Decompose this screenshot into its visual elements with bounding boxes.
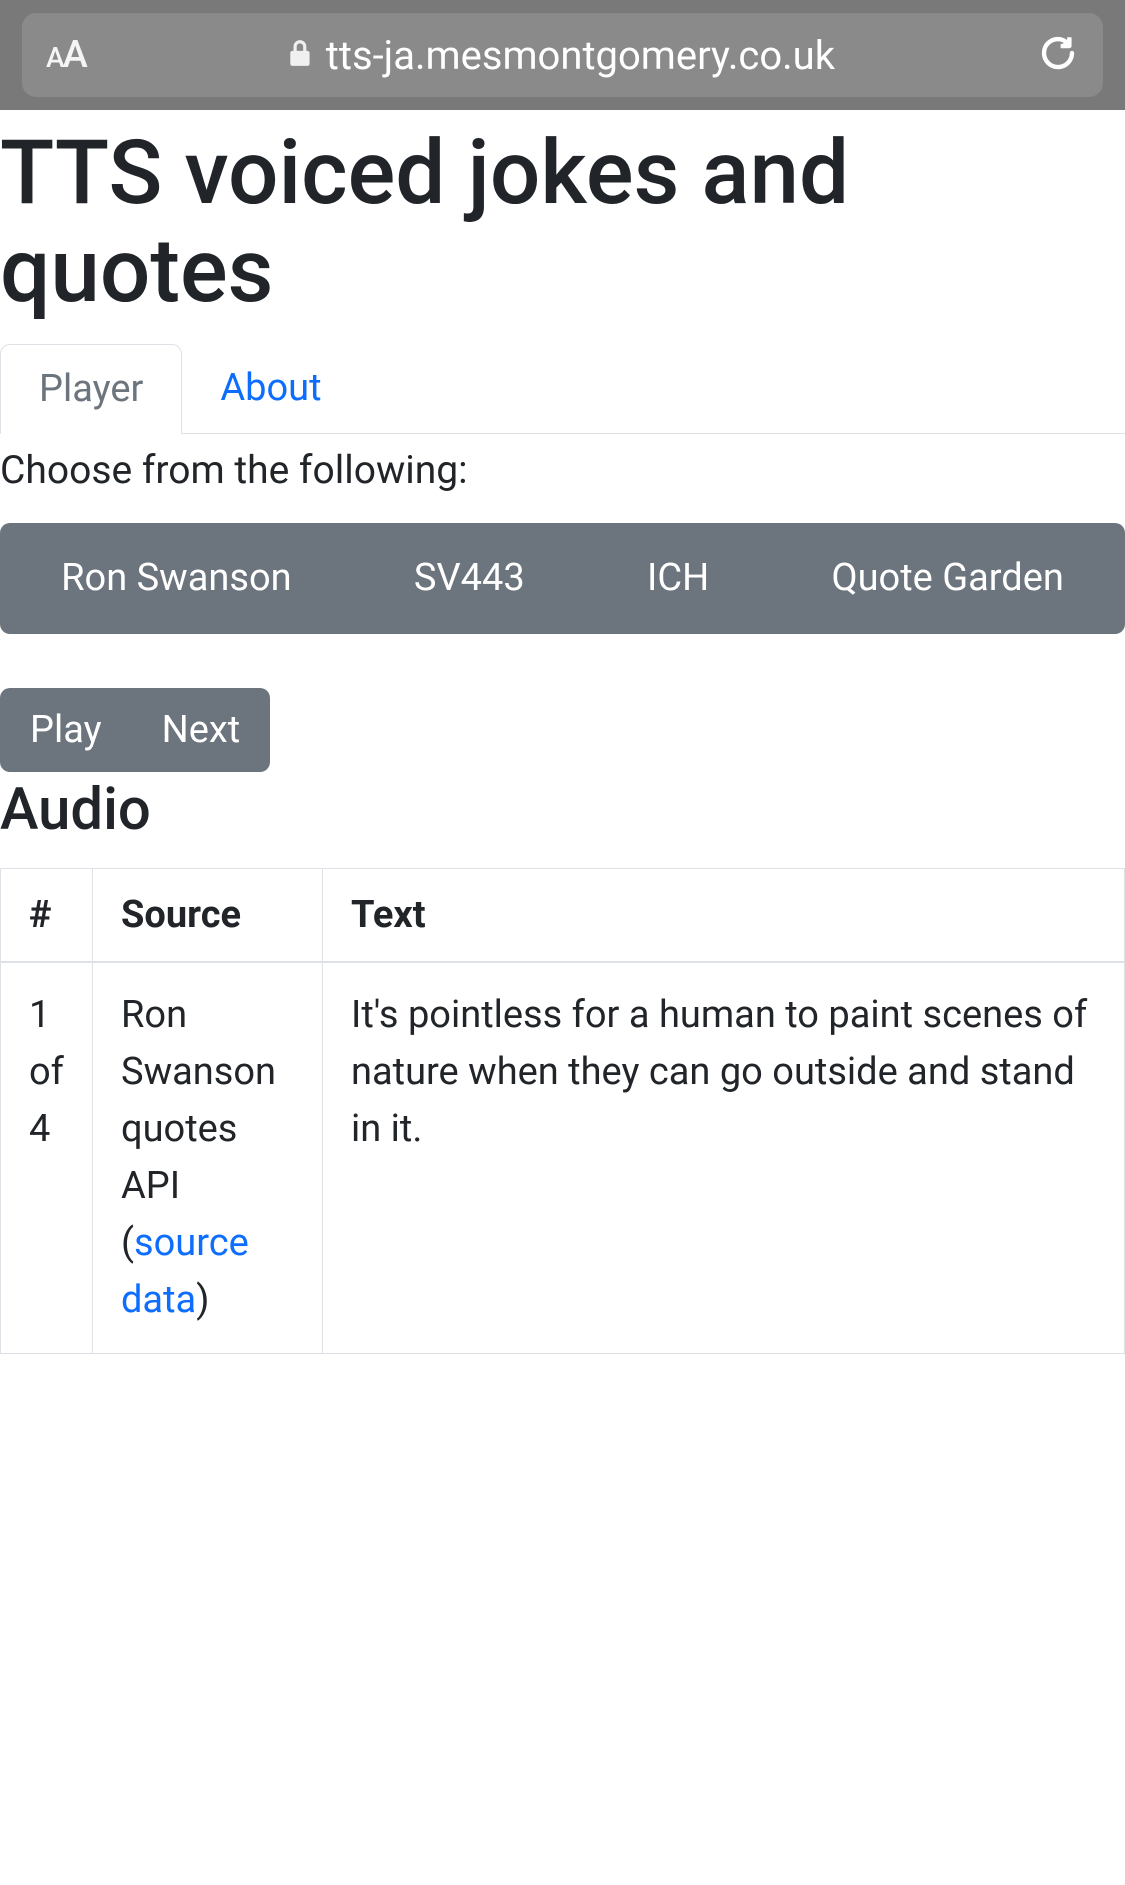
page-title: TTS voiced jokes and quotes — [0, 110, 1125, 344]
source-button-group: Ron Swanson SV443 ICH Quote Garden — [0, 523, 1125, 634]
action-button-group: Play Next — [0, 688, 270, 772]
tab-about[interactable]: About — [182, 344, 359, 433]
cell-num: 1 of 4 — [1, 962, 93, 1354]
table-header-row: # Source Text — [1, 868, 1125, 962]
source-button-ich[interactable]: ICH — [586, 523, 770, 634]
url-section: tts-ja.mesmontgomery.co.uk — [288, 32, 835, 79]
refresh-icon[interactable] — [1037, 32, 1079, 78]
source-button-quote-garden[interactable]: Quote Garden — [770, 523, 1125, 634]
header-num: # — [1, 868, 93, 962]
text-size-icon[interactable]: AA — [46, 33, 86, 77]
tab-player[interactable]: Player — [0, 344, 182, 434]
cell-text: It's pointless for a human to paint scen… — [323, 962, 1125, 1354]
url-text: tts-ja.mesmontgomery.co.uk — [326, 32, 835, 79]
cell-source: Ron Swanson quotes API (source data) — [93, 962, 323, 1354]
address-bar[interactable]: AA tts-ja.mesmontgomery.co.uk — [22, 13, 1103, 97]
header-source: Source — [93, 868, 323, 962]
tabs: Player About — [0, 344, 1125, 434]
play-button[interactable]: Play — [0, 688, 132, 772]
lock-icon — [288, 38, 314, 72]
next-button[interactable]: Next — [132, 688, 271, 772]
browser-chrome: AA tts-ja.mesmontgomery.co.uk — [0, 0, 1125, 110]
table-row: 1 of 4 Ron Swanson quotes API (source da… — [1, 962, 1125, 1354]
header-text: Text — [323, 868, 1125, 962]
choose-label: Choose from the following: — [0, 434, 1125, 523]
source-data-link[interactable]: source data — [121, 1221, 249, 1322]
source-button-sv443[interactable]: SV443 — [353, 523, 586, 634]
audio-table: # Source Text 1 of 4 Ron Swanson quotes … — [0, 868, 1125, 1354]
source-button-ron-swanson[interactable]: Ron Swanson — [0, 523, 353, 634]
audio-heading: Audio — [0, 772, 1125, 844]
